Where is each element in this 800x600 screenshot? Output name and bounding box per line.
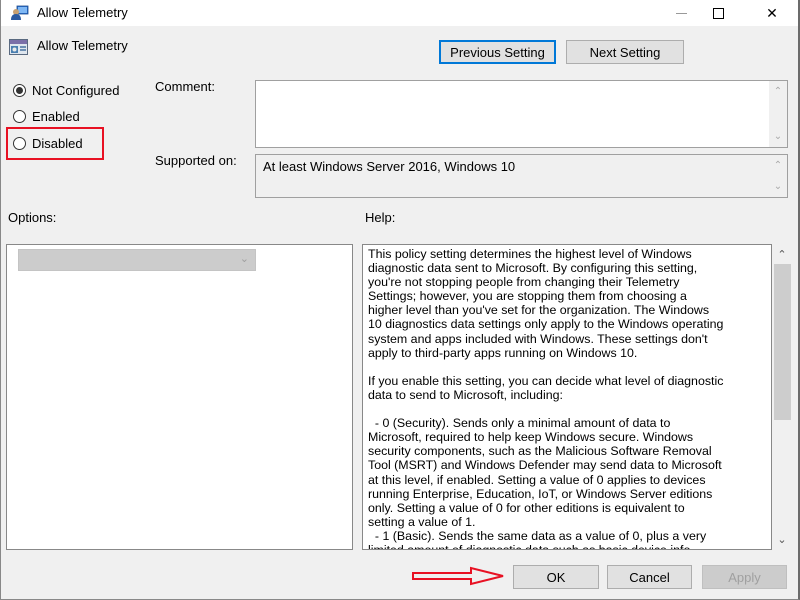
supported-on-label: Supported on: [155, 153, 237, 168]
close-icon: ✕ [766, 4, 778, 21]
maximize-icon [712, 7, 724, 19]
annotation-highlight-box [6, 127, 104, 160]
radio-enabled[interactable]: Enabled [13, 109, 80, 124]
supported-on-value: At least Windows Server 2016, Windows 10 [263, 159, 516, 174]
policy-dialog: Allow Telemetry ✕ Allow Telemetry Previo… [0, 0, 800, 600]
annotation-arrow-icon [412, 566, 504, 586]
maximize-button[interactable] [695, 0, 741, 26]
scroll-down-icon[interactable]: ⌄ [773, 535, 791, 546]
telemetry-level-dropdown[interactable]: ⌄ [18, 249, 256, 271]
options-panel: ⌄ [6, 244, 353, 550]
scrollbar-thumb[interactable] [774, 264, 791, 420]
radio-button-checked[interactable] [13, 84, 26, 97]
supported-scrollbar[interactable]: ⌃ ⌄ [769, 155, 787, 197]
chevron-down-icon: ⌄ [239, 253, 249, 265]
scroll-down-icon[interactable]: ⌄ [769, 182, 787, 192]
supported-on-field: At least Windows Server 2016, Windows 10… [255, 154, 788, 198]
radio-dot [16, 87, 23, 94]
comment-textarea[interactable]: ⌃ ⌄ [255, 80, 788, 148]
cancel-button[interactable]: Cancel [607, 565, 692, 589]
radio-button[interactable] [13, 110, 26, 123]
title-bar[interactable]: Allow Telemetry ✕ [1, 0, 798, 26]
previous-setting-button[interactable]: Previous Setting [439, 40, 556, 64]
scroll-up-icon[interactable]: ⌃ [773, 250, 791, 261]
window-title: Allow Telemetry [37, 5, 128, 20]
radio-not-configured[interactable]: Not Configured [13, 83, 119, 98]
help-text: This policy setting determines the highe… [368, 247, 724, 550]
next-setting-button[interactable]: Next Setting [566, 40, 684, 64]
comment-label: Comment: [155, 79, 215, 94]
help-scrollbar[interactable]: ⌃ ⌄ [773, 244, 791, 550]
scroll-down-icon[interactable]: ⌄ [769, 132, 787, 142]
scroll-up-icon[interactable]: ⌃ [769, 87, 787, 97]
apply-button[interactable]: Apply [702, 565, 787, 589]
scroll-up-icon[interactable]: ⌃ [769, 161, 787, 171]
ok-button[interactable]: OK [513, 565, 599, 589]
radio-label: Enabled [32, 109, 80, 124]
help-label: Help: [365, 210, 396, 225]
help-panel: This policy setting determines the highe… [362, 244, 772, 550]
group-policy-app-icon [11, 5, 29, 20]
close-button[interactable]: ✕ [749, 0, 795, 26]
options-label: Options: [8, 210, 57, 225]
policy-setting-icon [9, 39, 29, 55]
minimize-icon [675, 12, 687, 14]
setting-name: Allow Telemetry [37, 38, 128, 53]
radio-label: Not Configured [32, 83, 120, 98]
comment-scrollbar[interactable]: ⌃ ⌄ [769, 81, 787, 147]
